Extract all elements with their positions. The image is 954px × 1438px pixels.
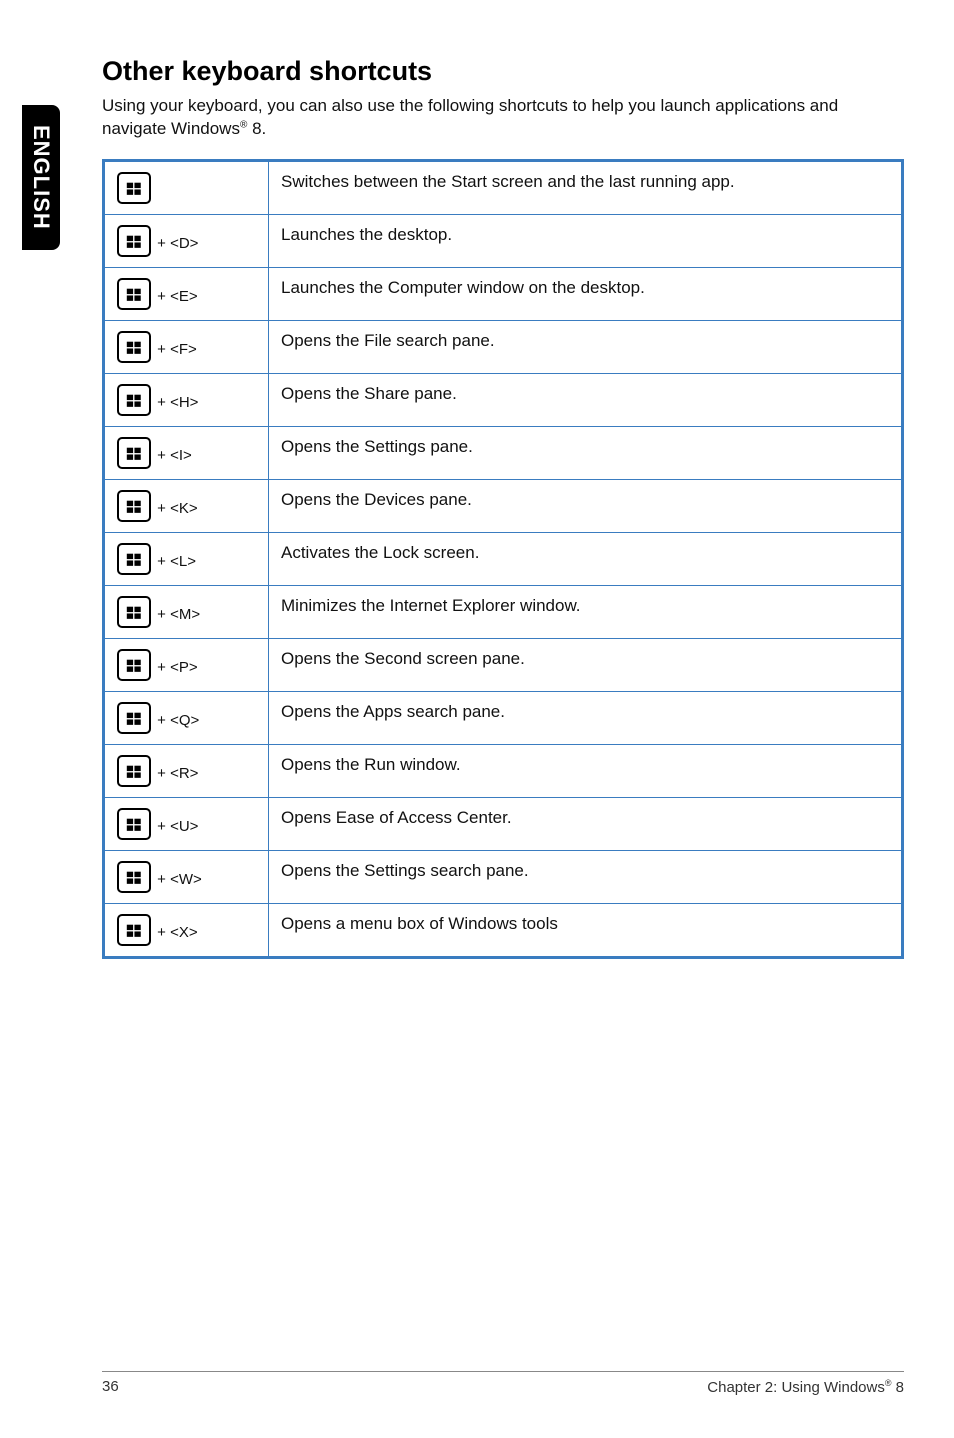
shortcut-key-cell: + <F> <box>104 320 269 373</box>
shortcut-description: Switches between the Start screen and th… <box>269 160 903 214</box>
windows-key-icon <box>117 543 151 575</box>
intro-paragraph: Using your keyboard, you can also use th… <box>102 95 904 141</box>
windows-key-icon <box>117 437 151 469</box>
table-row: + <E> Launches the Computer window on the… <box>104 267 903 320</box>
table-row: + <W> Opens the Settings search pane. <box>104 850 903 903</box>
main-content: Other keyboard shortcuts Using your keyb… <box>102 56 904 959</box>
shortcuts-table: Switches between the Start screen and th… <box>102 159 904 959</box>
shortcut-key-cell: + <L> <box>104 532 269 585</box>
windows-key-icon <box>117 649 151 681</box>
shortcut-modifier: + <Q> <box>153 712 199 729</box>
table-row: + <Q> Opens the Apps search pane. <box>104 691 903 744</box>
shortcut-modifier: + <E> <box>153 288 198 305</box>
chapter-label: Chapter 2: Using Windows® 8 <box>707 1378 904 1396</box>
table-row: + <X> Opens a menu box of Windows tools <box>104 903 903 957</box>
shortcut-key-cell: + <D> <box>104 214 269 267</box>
shortcut-description: Opens Ease of Access Center. <box>269 797 903 850</box>
shortcut-description: Minimizes the Internet Explorer window. <box>269 585 903 638</box>
shortcut-key-cell: + <K> <box>104 479 269 532</box>
table-row: + <D> Launches the desktop. <box>104 214 903 267</box>
table-row: + <M> Minimizes the Internet Explorer win… <box>104 585 903 638</box>
shortcut-key-cell: + <R> <box>104 744 269 797</box>
windows-key-icon <box>117 861 151 893</box>
table-row: + <F> Opens the File search pane. <box>104 320 903 373</box>
table-row: + <K> Opens the Devices pane. <box>104 479 903 532</box>
shortcut-key-cell: + <E> <box>104 267 269 320</box>
shortcut-description: Launches the desktop. <box>269 214 903 267</box>
shortcut-key-cell: + <W> <box>104 850 269 903</box>
shortcut-modifier: + <W> <box>153 871 202 888</box>
shortcut-key-cell: + <I> <box>104 426 269 479</box>
shortcut-modifier: + <F> <box>153 341 197 358</box>
shortcut-description: Opens the Settings pane. <box>269 426 903 479</box>
shortcut-modifier: + <U> <box>153 818 198 835</box>
page-heading: Other keyboard shortcuts <box>102 56 904 87</box>
windows-key-icon <box>117 331 151 363</box>
windows-key-icon <box>117 808 151 840</box>
shortcut-modifier: + <X> <box>153 924 198 941</box>
shortcut-modifier: + <M> <box>153 606 200 623</box>
shortcut-description: Opens the Second screen pane. <box>269 638 903 691</box>
windows-key-icon <box>117 755 151 787</box>
shortcut-description: Opens the Devices pane. <box>269 479 903 532</box>
chapter-pre: Chapter 2: Using Windows <box>707 1379 885 1396</box>
shortcut-modifier: + <K> <box>153 500 198 517</box>
shortcut-key-cell <box>104 160 269 214</box>
table-row: + <H> Opens the Share pane. <box>104 373 903 426</box>
table-row: + <L> Activates the Lock screen. <box>104 532 903 585</box>
language-side-tab: ENGLISH <box>22 105 60 250</box>
shortcut-description: Opens the Share pane. <box>269 373 903 426</box>
chapter-post: 8 <box>891 1379 904 1396</box>
shortcut-modifier: + <L> <box>153 553 196 570</box>
windows-key-icon <box>117 172 151 204</box>
shortcut-description: Opens a menu box of Windows tools <box>269 903 903 957</box>
language-label: ENGLISH <box>28 125 54 230</box>
shortcut-modifier: + <D> <box>153 235 198 252</box>
intro-text-pre: Using your keyboard, you can also use th… <box>102 96 838 138</box>
table-row: + <P> Opens the Second screen pane. <box>104 638 903 691</box>
shortcut-modifier: + <I> <box>153 447 192 464</box>
windows-key-icon <box>117 914 151 946</box>
shortcut-key-cell: + <H> <box>104 373 269 426</box>
shortcut-modifier: + <P> <box>153 659 198 676</box>
shortcut-key-cell: + <Q> <box>104 691 269 744</box>
windows-key-icon <box>117 702 151 734</box>
page-number: 36 <box>102 1378 119 1396</box>
shortcut-description: Opens the File search pane. <box>269 320 903 373</box>
shortcut-description: Activates the Lock screen. <box>269 532 903 585</box>
windows-key-icon <box>117 384 151 416</box>
page-footer: 36 Chapter 2: Using Windows® 8 <box>102 1371 904 1396</box>
table-row: + <R> Opens the Run window. <box>104 744 903 797</box>
shortcut-description: Opens the Settings search pane. <box>269 850 903 903</box>
shortcut-key-cell: + <U> <box>104 797 269 850</box>
windows-key-icon <box>117 490 151 522</box>
windows-key-icon <box>117 278 151 310</box>
shortcut-description: Opens the Run window. <box>269 744 903 797</box>
table-row: Switches between the Start screen and th… <box>104 160 903 214</box>
shortcut-description: Opens the Apps search pane. <box>269 691 903 744</box>
shortcut-key-cell: + <P> <box>104 638 269 691</box>
windows-key-icon <box>117 225 151 257</box>
intro-text-post: 8. <box>247 119 266 138</box>
shortcut-key-cell: + <X> <box>104 903 269 957</box>
table-row: + <U> Opens Ease of Access Center. <box>104 797 903 850</box>
shortcut-modifier: + <H> <box>153 394 198 411</box>
table-row: + <I> Opens the Settings pane. <box>104 426 903 479</box>
shortcut-modifier: + <R> <box>153 765 198 782</box>
windows-key-icon <box>117 596 151 628</box>
shortcut-key-cell: + <M> <box>104 585 269 638</box>
shortcut-description: Launches the Computer window on the desk… <box>269 267 903 320</box>
